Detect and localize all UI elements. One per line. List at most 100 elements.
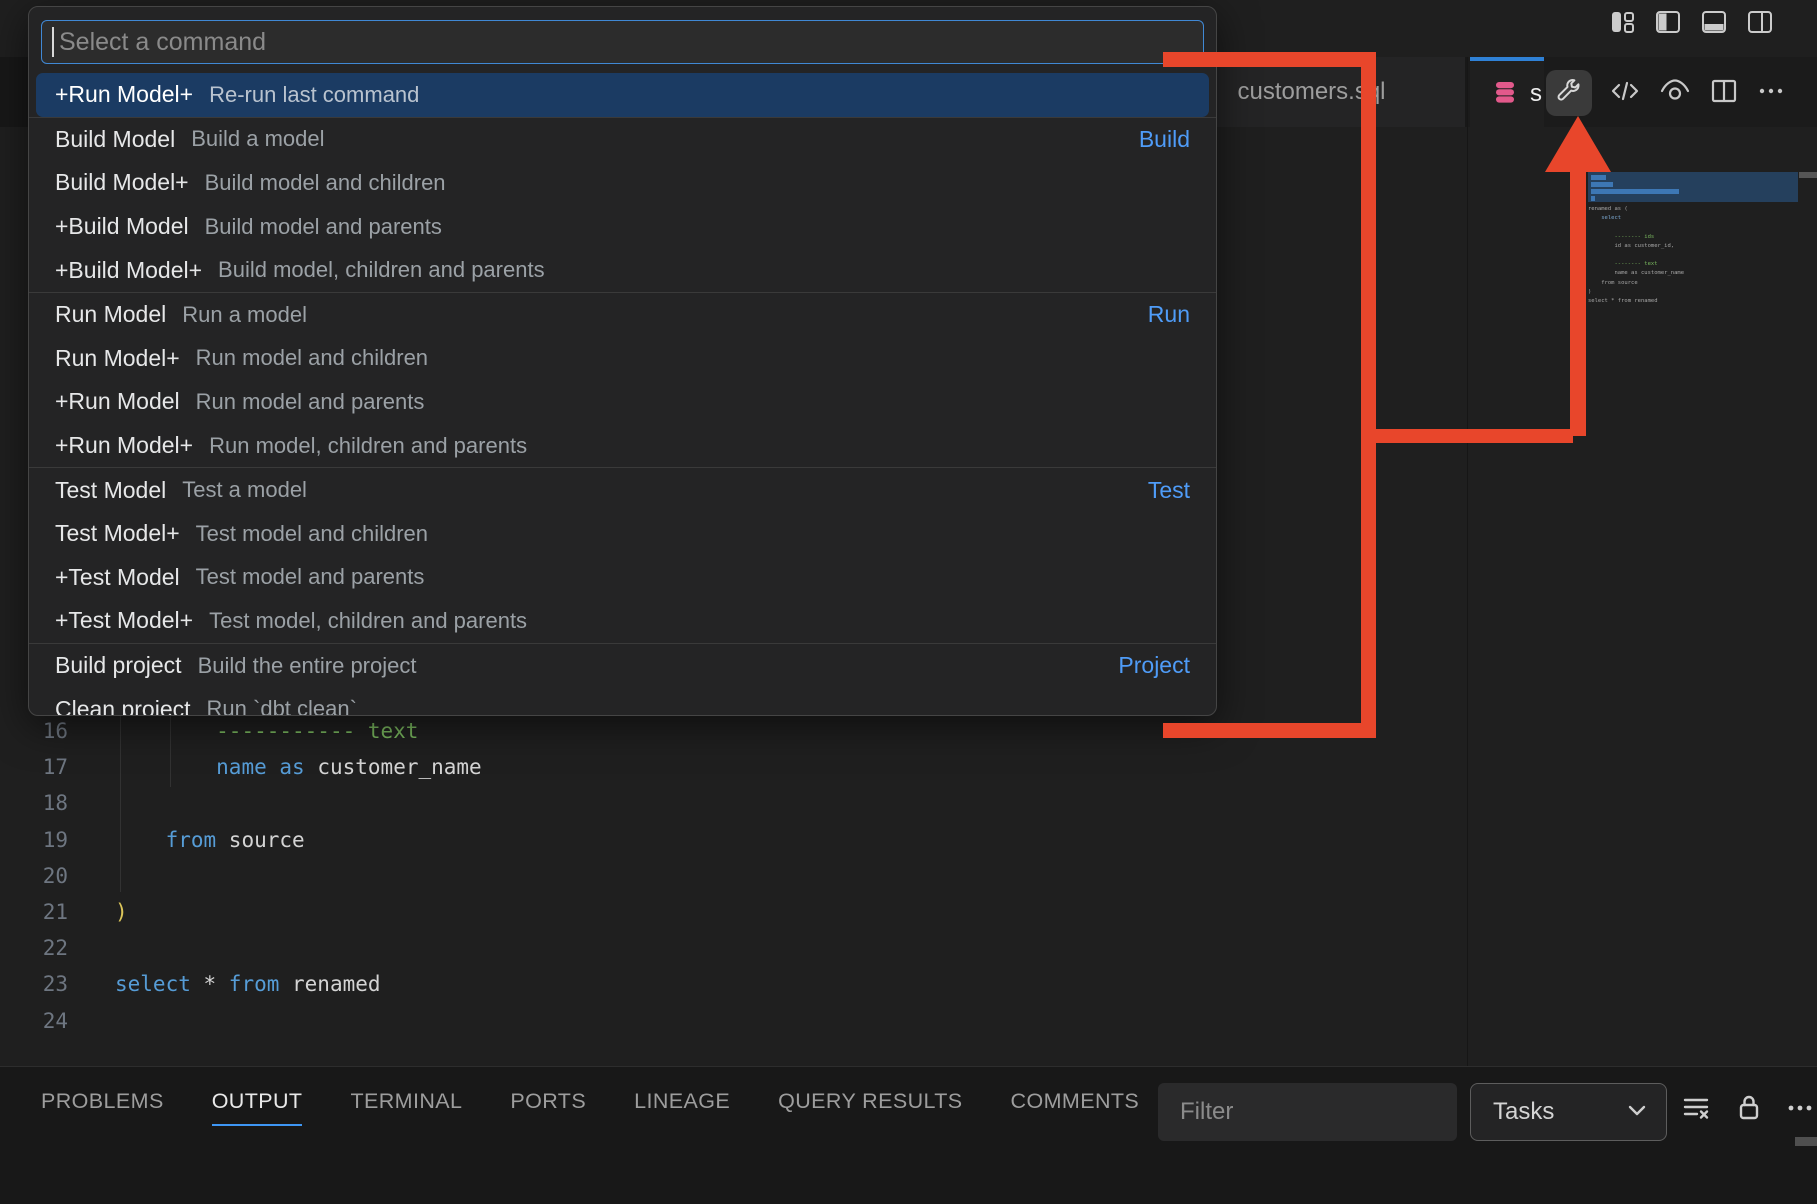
command-description: Build a model	[191, 126, 324, 152]
toggle-panel-icon[interactable]	[1700, 8, 1728, 36]
command-item[interactable]: Clean project Run `dbt clean`	[29, 687, 1216, 716]
command-description: Run model, children and parents	[209, 433, 527, 459]
panel-tab-output[interactable]: OUTPUT	[212, 1089, 303, 1126]
filter-box[interactable]	[1158, 1083, 1457, 1141]
command-group-badge: Test	[1148, 477, 1190, 504]
code-text: ----------- text	[115, 719, 418, 743]
code-text: select * from renamed	[115, 972, 381, 996]
clear-output-icon[interactable]	[1680, 1092, 1712, 1129]
minimap-selection-bar	[1591, 189, 1679, 194]
command-description: Run model and children	[196, 345, 428, 371]
command-item[interactable]: +Build ModelBuild model and parents	[29, 205, 1216, 249]
tab-dbt-panel[interactable]: s	[1470, 57, 1544, 127]
ellipsis-icon[interactable]	[1756, 76, 1786, 111]
chevron-down-icon	[1624, 1097, 1650, 1128]
command-palette: +Run Model+Re-run last command Build Mode…	[28, 6, 1217, 716]
command-label: Run Model	[55, 301, 166, 328]
line-number: 16	[0, 719, 68, 743]
split-editor-icon[interactable]	[1709, 76, 1739, 111]
line-number: 18	[0, 791, 68, 815]
command-input-box[interactable]	[41, 20, 1204, 64]
command-item[interactable]: +Run Model+Re-run last command	[36, 73, 1209, 117]
toggle-secondary-sidebar-icon[interactable]	[1746, 8, 1774, 36]
minimap-scrollbar[interactable]	[1799, 172, 1817, 178]
ellipsis-icon[interactable]	[1786, 1092, 1816, 1129]
minimap-code: renamed as ( select -------- ids id as c…	[1588, 205, 1798, 306]
tab-label-truncated: s	[1530, 80, 1542, 108]
panel-tab-problems[interactable]: PROBLEMS	[41, 1089, 164, 1126]
panel-tab-ports[interactable]: PORTS	[510, 1089, 586, 1126]
code-line: 17 name as customer_name	[0, 749, 1230, 785]
minimap-selection	[1588, 172, 1798, 202]
command-label: Run Model+	[55, 345, 180, 372]
command-description: Run model and parents	[196, 389, 425, 415]
database-icon	[1492, 79, 1518, 110]
annotation-line-top	[1163, 52, 1376, 67]
command-item[interactable]: Run Model+ Run model and children	[29, 337, 1216, 381]
minimap-line	[1588, 251, 1798, 260]
filter-input[interactable]	[1178, 1097, 1492, 1127]
wrench-button[interactable]	[1546, 70, 1592, 116]
command-label: +Run Model+	[55, 432, 193, 459]
minimap-line: select * from renamed	[1588, 297, 1798, 306]
indent-guide	[170, 716, 171, 787]
command-description: Test model, children and parents	[209, 608, 527, 634]
command-input[interactable]	[57, 27, 1193, 58]
command-item[interactable]: Build ModelBuild a modelBuild	[29, 118, 1216, 162]
command-label: +Build Model+	[55, 257, 202, 284]
command-item[interactable]: +Test ModelTest model and parents	[29, 556, 1216, 600]
tasks-dropdown-label: Tasks	[1493, 1098, 1554, 1126]
minimap-line: select	[1588, 214, 1798, 223]
command-item[interactable]: Run ModelRun a modelRun	[29, 293, 1216, 337]
annotation-line-branch	[1368, 429, 1573, 443]
command-item[interactable]: Build Model+Build model and children	[29, 161, 1216, 205]
command-item[interactable]: Test ModelTest a modelTest	[29, 468, 1216, 512]
scrollbar[interactable]	[1795, 1137, 1817, 1146]
command-item[interactable]: Build projectBuild the entire projectPro…	[29, 644, 1216, 688]
command-label: +Run Model+	[55, 81, 193, 108]
panel-tabs: PROBLEMS OUTPUT TERMINAL PORTS LINEAGE QUERY …	[41, 1089, 1139, 1126]
command-description: Build the entire project	[198, 653, 417, 679]
command-item[interactable]: Test Model+Test model and children	[29, 512, 1216, 556]
line-number: 21	[0, 900, 68, 924]
command-item[interactable]: +Build Model+Build model, children and p…	[29, 248, 1216, 292]
minimap[interactable]: renamed as ( select -------- ids id as c…	[1588, 172, 1798, 306]
panel-tab-terminal[interactable]: TERMINAL	[350, 1089, 462, 1126]
panel-tab-comments[interactable]: COMMENTS	[1011, 1089, 1140, 1126]
command-label: Build project	[55, 652, 182, 679]
toggle-primary-sidebar-icon[interactable]	[1654, 8, 1682, 36]
command-description: Run `dbt clean`	[207, 696, 357, 716]
lock-icon[interactable]	[1734, 1092, 1764, 1129]
panel-tab-query-results[interactable]: QUERY RESULTS	[778, 1089, 962, 1126]
command-label: Test Model	[55, 477, 166, 504]
code-line: 23select * from renamed	[0, 966, 1230, 1002]
code-icon[interactable]	[1609, 76, 1641, 111]
command-description: Build model and children	[205, 170, 446, 196]
command-label: Build Model	[55, 126, 175, 153]
annotation-arrow-shaft	[1570, 170, 1586, 436]
line-number: 17	[0, 755, 68, 779]
code-text: )	[115, 900, 128, 924]
minimap-line	[1588, 223, 1798, 232]
code-line: 19 from source	[0, 822, 1230, 858]
command-label: Clean project	[55, 696, 191, 716]
code-line: 22	[0, 930, 1230, 966]
tasks-dropdown[interactable]: Tasks	[1470, 1083, 1667, 1141]
command-item[interactable]: +Run ModelRun model and parents	[29, 380, 1216, 424]
command-description: Run a model	[182, 302, 307, 328]
command-item[interactable]: +Test Model+Test model, children and par…	[29, 599, 1216, 643]
code-editor[interactable]: 16 ----------- text 17 name as customer_n…	[0, 713, 1230, 1039]
minimap-selection-bar	[1591, 196, 1595, 201]
minimap-line: )	[1588, 288, 1798, 297]
minimap-line: renamed as (	[1588, 205, 1798, 214]
eye-icon[interactable]	[1658, 76, 1692, 111]
bottom-panel: PROBLEMS OUTPUT TERMINAL PORTS LINEAGE QUERY …	[0, 1066, 1817, 1204]
line-number: 19	[0, 828, 68, 852]
line-number: 22	[0, 936, 68, 960]
vscode-window: { "titlebar": { "layout_icons": ["custom…	[0, 0, 1817, 1204]
customize-layout-icon[interactable]	[1608, 8, 1636, 36]
panel-tab-lineage[interactable]: LINEAGE	[634, 1089, 730, 1126]
command-item[interactable]: +Run Model+ Run model, children and paren…	[29, 424, 1216, 468]
annotation-arrow-head	[1545, 116, 1611, 172]
annotation-line-vertical	[1361, 52, 1376, 738]
